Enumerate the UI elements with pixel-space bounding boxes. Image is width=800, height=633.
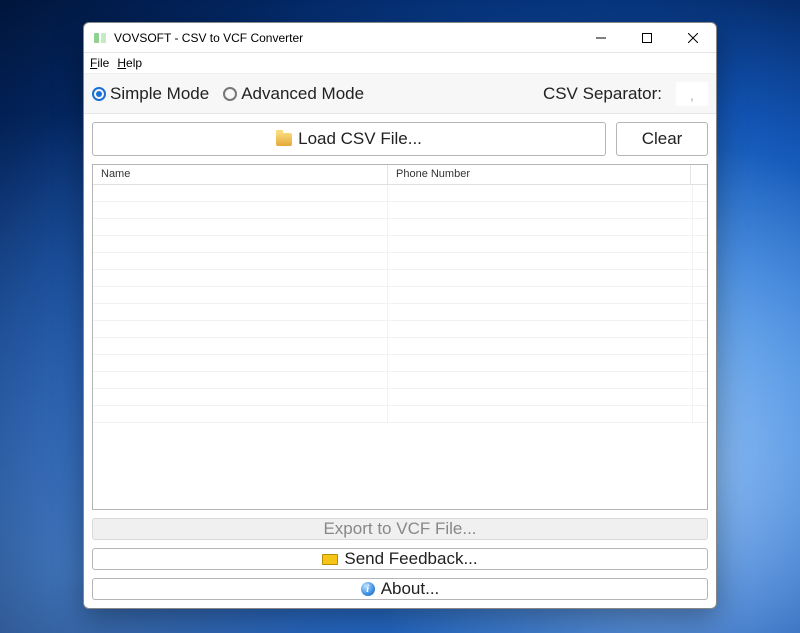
minimize-button[interactable] bbox=[578, 23, 624, 52]
maximize-button[interactable] bbox=[624, 23, 670, 52]
advanced-mode-label: Advanced Mode bbox=[241, 84, 364, 104]
advanced-mode-radio[interactable]: Advanced Mode bbox=[223, 84, 364, 104]
maximize-icon bbox=[642, 33, 652, 43]
simple-mode-label: Simple Mode bbox=[110, 84, 209, 104]
simple-mode-radio[interactable]: Simple Mode bbox=[92, 84, 209, 104]
close-button[interactable] bbox=[670, 23, 716, 52]
titlebar[interactable]: VOVSOFT - CSV to VCF Converter bbox=[84, 23, 716, 53]
about-label: About... bbox=[381, 579, 440, 599]
export-button[interactable]: Export to VCF File... bbox=[92, 518, 708, 540]
column-header-phone[interactable]: Phone Number bbox=[388, 165, 691, 184]
column-header-spacer bbox=[691, 165, 707, 184]
window-title: VOVSOFT - CSV to VCF Converter bbox=[114, 31, 578, 45]
bottom-button-group: Export to VCF File... Send Feedback... i… bbox=[84, 518, 716, 608]
clear-button[interactable]: Clear bbox=[616, 122, 708, 156]
menu-help[interactable]: Help bbox=[117, 56, 142, 70]
csv-separator-label: CSV Separator: bbox=[543, 84, 662, 104]
feedback-label: Send Feedback... bbox=[344, 549, 477, 569]
load-csv-button[interactable]: Load CSV File... bbox=[92, 122, 606, 156]
radio-checked-icon bbox=[92, 87, 106, 101]
about-button[interactable]: i About... bbox=[92, 578, 708, 600]
export-label: Export to VCF File... bbox=[323, 519, 476, 539]
folder-icon bbox=[276, 133, 292, 146]
menubar: File Help bbox=[84, 53, 716, 74]
mode-toolbar: Simple Mode Advanced Mode CSV Separator: bbox=[84, 74, 716, 114]
minimize-icon bbox=[596, 33, 606, 43]
data-table: Name Phone Number bbox=[92, 164, 708, 510]
app-icon bbox=[92, 30, 108, 46]
column-header-name[interactable]: Name bbox=[93, 165, 388, 184]
load-csv-label: Load CSV File... bbox=[298, 129, 422, 149]
app-window: VOVSOFT - CSV to VCF Converter File Help bbox=[83, 22, 717, 609]
csv-separator-input[interactable] bbox=[676, 82, 708, 106]
close-icon bbox=[688, 33, 698, 43]
window-controls bbox=[578, 23, 716, 52]
table-body[interactable] bbox=[93, 185, 707, 509]
clear-label: Clear bbox=[642, 129, 683, 149]
desktop-wallpaper: VOVSOFT - CSV to VCF Converter File Help bbox=[0, 0, 800, 633]
mail-icon bbox=[322, 554, 338, 565]
info-icon: i bbox=[361, 582, 375, 596]
radio-unchecked-icon bbox=[223, 87, 237, 101]
menu-file[interactable]: File bbox=[90, 56, 109, 70]
feedback-button[interactable]: Send Feedback... bbox=[92, 548, 708, 570]
table-header: Name Phone Number bbox=[93, 165, 707, 185]
top-button-row: Load CSV File... Clear bbox=[84, 114, 716, 164]
